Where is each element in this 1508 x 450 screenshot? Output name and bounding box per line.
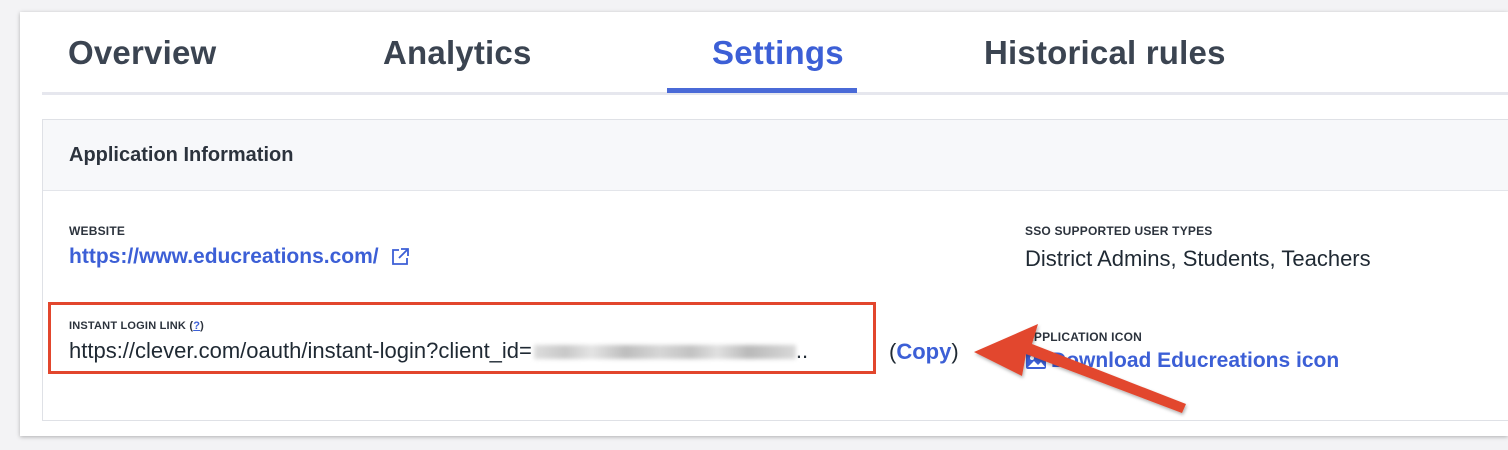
panel-title: Application Information: [43, 120, 1508, 191]
tab-historical-rules[interactable]: Historical rules: [984, 34, 1226, 72]
website-label: WEBSITE: [69, 224, 126, 238]
sso-value: District Admins, Students, Teachers: [1025, 246, 1371, 271]
highlight-box: [48, 302, 876, 374]
sso-label: SSO SUPPORTED USER TYPES: [1025, 224, 1213, 238]
tab-analytics[interactable]: Analytics: [383, 34, 532, 72]
annotation-arrow-icon: [974, 324, 1186, 413]
website-url[interactable]: https://www.educreations.com/: [69, 245, 379, 268]
tab-bar: Overview Analytics Settings Historical r…: [42, 12, 1508, 95]
website-link[interactable]: https://www.educreations.com/: [69, 245, 410, 269]
tab-overview[interactable]: Overview: [68, 34, 216, 72]
application-information-panel: Application Information WEBSITE https://…: [42, 119, 1508, 421]
copy-button[interactable]: Copy: [896, 339, 951, 364]
copy-control: (Copy): [889, 339, 959, 365]
external-link-icon[interactable]: [390, 247, 410, 267]
copy-close-paren: ): [951, 339, 959, 364]
active-tab-indicator: [667, 88, 857, 93]
tab-settings[interactable]: Settings: [712, 34, 844, 72]
